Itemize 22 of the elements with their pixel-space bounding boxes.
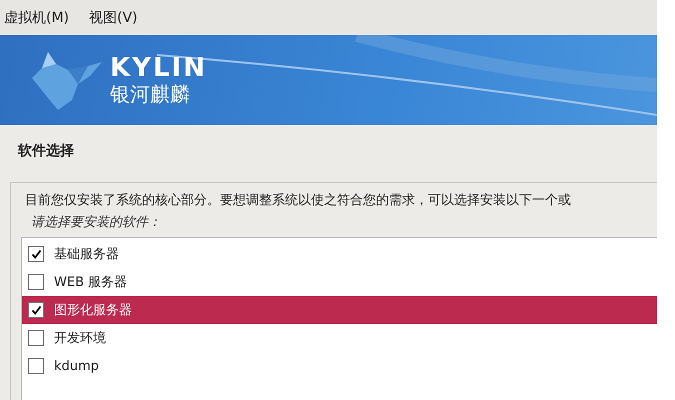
- checkbox[interactable]: [28, 330, 44, 346]
- menu-item[interactable]: 视图(V): [89, 8, 138, 26]
- logo-title: KYLIN: [110, 54, 207, 82]
- checkbox[interactable]: [28, 246, 44, 262]
- software-label: 图形化服务器: [54, 302, 132, 319]
- description-text: 目前您仅安装了系统的核心部分。要想调整系统以使之符合您的需求，可以选择安装以下一个或: [25, 192, 572, 209]
- logo-subtitle: 银河麒麟: [110, 82, 191, 106]
- software-label: 开发环境: [54, 330, 106, 347]
- software-row[interactable]: WEB 服务器: [22, 268, 657, 296]
- software-row[interactable]: 图形化服务器: [22, 296, 657, 324]
- software-row[interactable]: 基础服务器: [22, 240, 657, 268]
- checkbox[interactable]: [28, 274, 44, 290]
- menu-item[interactable]: 虚拟机(M): [4, 8, 70, 26]
- software-label: 基础服务器: [54, 246, 119, 263]
- software-row[interactable]: kdump: [22, 352, 657, 380]
- prompt-text: 请选择要安装的软件：: [31, 214, 162, 231]
- section-title: 软件选择: [18, 142, 75, 160]
- checkbox[interactable]: [28, 302, 44, 318]
- software-row[interactable]: 开发环境: [22, 324, 657, 352]
- checkbox[interactable]: [28, 358, 44, 374]
- software-label: kdump: [54, 358, 99, 374]
- software-label: WEB 服务器: [54, 274, 128, 291]
